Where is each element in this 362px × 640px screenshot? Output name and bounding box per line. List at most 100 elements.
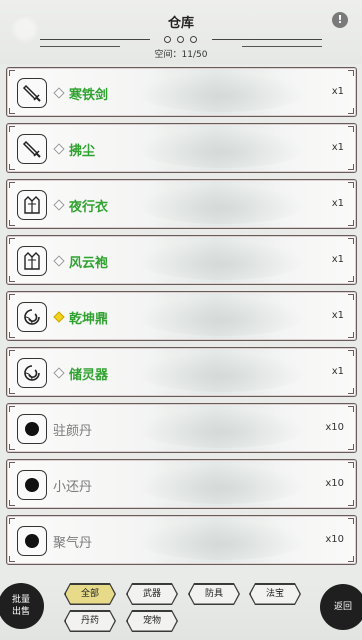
list-item[interactable]: 乾坤鼎 x1	[6, 291, 357, 341]
rarity-diamond-icon	[53, 199, 65, 211]
item-name: 风云袍	[69, 256, 109, 271]
tab-label: 宠物	[128, 612, 177, 631]
frame-corner	[348, 164, 354, 170]
mountain-mist-decoration	[137, 184, 307, 224]
item-name: 乾坤鼎	[69, 312, 109, 327]
frame-corner	[9, 462, 15, 468]
tab-pet[interactable]: 宠物	[126, 610, 178, 632]
robe-icon	[17, 246, 47, 276]
capacity-indicator: 空间：11/50	[0, 47, 362, 60]
mountain-mist-decoration	[137, 520, 307, 560]
item-name: 聚气丹	[53, 536, 93, 551]
item-quantity: x1	[331, 198, 344, 209]
frame-corner	[348, 238, 354, 244]
tab-artifact[interactable]: 法宝	[249, 583, 301, 605]
item-quantity: x1	[331, 366, 344, 377]
tab-all[interactable]: 全部	[64, 583, 116, 605]
page-title: 仓库	[167, 16, 194, 31]
rarity-diamond-icon	[53, 255, 65, 267]
swirl-icon	[17, 358, 47, 388]
list-item[interactable]: 小还丹 x10	[6, 459, 357, 509]
bulk-sell-button[interactable]: 批量 出售	[0, 583, 44, 629]
frame-corner	[348, 276, 354, 282]
frame-corner	[9, 294, 15, 300]
title-ornament	[40, 35, 322, 45]
frame-corner	[9, 350, 15, 356]
sword-icon	[17, 78, 47, 108]
item-quantity: x1	[331, 142, 344, 153]
frame-corner	[348, 350, 354, 356]
back-button[interactable]: 返回	[320, 584, 362, 630]
bottom-bar	[0, 584, 362, 640]
frame-corner	[9, 500, 15, 506]
frame-corner	[348, 332, 354, 338]
tab-armor[interactable]: 防具	[188, 583, 240, 605]
item-name: 驻颜丹	[53, 424, 93, 439]
frame-corner	[9, 406, 15, 412]
item-name: 寒铁剑	[69, 88, 109, 103]
frame-corner	[348, 220, 354, 226]
swirl-icon	[17, 302, 47, 332]
frame-corner	[348, 182, 354, 188]
mountain-mist-decoration	[137, 240, 307, 280]
sword-icon	[17, 134, 47, 164]
item-list[interactable]: 寒铁剑 x1 拂尘 x1 夜行衣 x1 风云袍 x1 乾坤鼎 x1 储灵器 x1 驻颜丹 x10 小还丹 x1…	[6, 64, 357, 584]
item-name: 小还丹	[53, 480, 93, 495]
item-quantity: x1	[331, 310, 344, 321]
robe-icon	[17, 190, 47, 220]
item-name: 夜行衣	[69, 200, 109, 215]
pill-icon	[17, 526, 47, 556]
frame-corner	[348, 70, 354, 76]
capacity-label: 空间：	[154, 50, 182, 60]
list-item[interactable]: 聚气丹 x10	[6, 515, 357, 565]
item-name: 拂尘	[69, 144, 96, 159]
frame-corner	[9, 238, 15, 244]
frame-corner	[348, 406, 354, 412]
frame-corner	[9, 108, 15, 114]
back-label: 返回	[333, 602, 352, 612]
list-item[interactable]: 寒铁剑 x1	[6, 67, 357, 117]
frame-corner	[9, 126, 15, 132]
tab-label: 全部	[66, 585, 115, 604]
frame-corner	[9, 556, 15, 562]
rarity-diamond-icon	[53, 311, 65, 323]
item-name: 储灵器	[69, 368, 109, 383]
tab-weapon[interactable]: 武器	[126, 583, 178, 605]
rarity-diamond-icon	[53, 367, 65, 379]
frame-corner	[348, 294, 354, 300]
tab-pill[interactable]: 丹药	[64, 610, 116, 632]
frame-corner	[9, 332, 15, 338]
mountain-mist-decoration	[137, 464, 307, 504]
mountain-mist-decoration	[137, 72, 307, 112]
frame-corner	[348, 462, 354, 468]
item-quantity: x1	[331, 254, 344, 265]
list-item[interactable]: 拂尘 x1	[6, 123, 357, 173]
list-item[interactable]: 储灵器 x1	[6, 347, 357, 397]
frame-corner	[9, 518, 15, 524]
mountain-mist-decoration	[137, 408, 307, 448]
list-item[interactable]: 风云袍 x1	[6, 235, 357, 285]
frame-corner	[9, 388, 15, 394]
header: 仓库 空间：11/50 !	[0, 0, 362, 64]
frame-corner	[348, 500, 354, 506]
frame-corner	[9, 220, 15, 226]
bulk-sell-label-1: 批量	[11, 595, 30, 605]
mountain-mist-decoration	[137, 296, 307, 336]
item-quantity: x10	[325, 478, 344, 489]
item-quantity: x10	[325, 534, 344, 545]
list-item[interactable]: 夜行衣 x1	[6, 179, 357, 229]
tab-label: 武器	[128, 585, 177, 604]
capacity-value: 11/50	[181, 50, 208, 60]
frame-corner	[348, 518, 354, 524]
mountain-mist-decoration	[137, 128, 307, 168]
bulk-sell-label-2: 出售	[11, 607, 30, 617]
tab-label: 法宝	[251, 585, 300, 604]
tab-label: 丹药	[66, 612, 115, 631]
list-item[interactable]: 驻颜丹 x10	[6, 403, 357, 453]
tab-label: 防具	[190, 585, 239, 604]
info-icon[interactable]: !	[332, 12, 348, 28]
pill-icon	[17, 414, 47, 444]
pill-icon	[17, 470, 47, 500]
frame-corner	[348, 388, 354, 394]
rarity-diamond-icon	[53, 87, 65, 99]
